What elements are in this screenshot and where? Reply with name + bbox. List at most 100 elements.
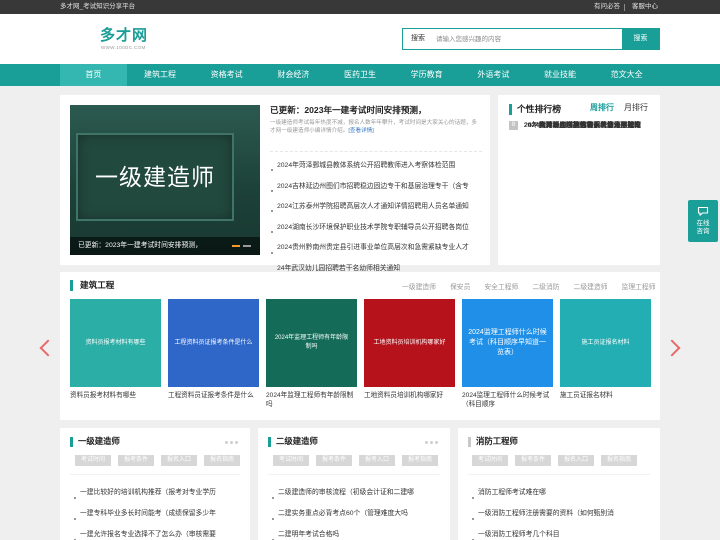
ranking-title: 个性排行榜 xyxy=(517,104,561,114)
header: 多才网 WWW.100DC.COM 搜索 搜索 xyxy=(0,14,720,64)
list-item[interactable]: 2024湖南长沙环境保护职业技术学院专职辅导员公开招聘各岗位 xyxy=(270,224,469,234)
construction-section: 建筑工程 一级建造师 保安员 安全工程师 二级消防 二级建造师 监理工程师 资料… xyxy=(60,272,660,420)
column-divider xyxy=(468,474,650,475)
tag[interactable]: 报考条件 xyxy=(118,455,154,466)
site-logo[interactable]: 多才网 xyxy=(100,24,148,45)
list-item[interactable]: 一级消防工程师考几个科目 xyxy=(472,531,560,540)
list-item[interactable]: 2024贵州黔南州贵定县引进事业单位高层次和急需紧缺专业人才 xyxy=(270,244,469,254)
featured-image[interactable]: 一级建造师 已更新：2023年一建考试时间安排预测， xyxy=(70,105,260,255)
carousel-next-icon[interactable] xyxy=(663,339,681,357)
list-item[interactable]: 一建专科毕业多长时间能考（成绩保留多少年 xyxy=(74,510,216,520)
tag[interactable]: 考试时间 xyxy=(472,455,508,466)
section-bar xyxy=(268,437,271,447)
article-caption[interactable]: 资料员报考材料有哪些 xyxy=(70,391,161,400)
column-title: 一级建造师 xyxy=(78,436,120,446)
tag[interactable]: 报考条件 xyxy=(515,455,551,466)
tab-supervision-engineer[interactable]: 监理工程师 xyxy=(622,281,656,291)
article-caption[interactable]: 2024监理工程师什么时候考试（科目顺序 xyxy=(462,391,553,409)
online-consult-button[interactable]: 在线咨询 xyxy=(688,200,718,242)
list-item[interactable]: 一级消防工程师注册需要的资料（如何甄别消 xyxy=(472,510,614,520)
list-item[interactable]: 24年武汉幼儿园招聘若干名幼师相关通知 xyxy=(270,265,400,275)
list-item[interactable]: 2024吉林延边州图们市招聘稳边固边专干和基层治理专干（含专 xyxy=(270,183,469,192)
tab-second-fire[interactable]: 二级消防 xyxy=(532,281,559,291)
tag[interactable]: 报名入口 xyxy=(161,455,197,466)
column-list: 一建比较好的培训机构推荐（报考对专业学历 一建专科毕业多长时间能考（成绩保留多少… xyxy=(74,481,244,540)
article-thumbnail[interactable]: 施工员证报名材料 xyxy=(560,299,651,387)
list-item[interactable]: 二建实务重点必背考点60个（管理难度大吗 xyxy=(272,510,408,520)
tab-weekly[interactable]: 周排行 xyxy=(590,102,614,113)
nav-item-construction[interactable]: 建筑工程 xyxy=(127,64,194,86)
featured-panel: 一级建造师 已更新：2023年一建考试时间安排预测， 已更新：2023年一建考试… xyxy=(60,95,490,275)
list-item[interactable]: 一建允许报名专业选择不了怎么办（审核需要 xyxy=(74,531,216,540)
thumbnail-text: 施工员证报名材料 xyxy=(581,339,630,346)
article-thumbnail[interactable]: 2024监理工程师什么时候考试（科目顺序早知道一览表） xyxy=(462,299,553,387)
list-item[interactable]: 2024江苏泰州学院招聘高层次人才通知详情招聘用人员名单通知 xyxy=(270,203,469,213)
section-title: 建筑工程 xyxy=(80,280,115,290)
article-caption[interactable]: 施工员证报名材料 xyxy=(560,391,651,400)
chat-icon xyxy=(697,206,709,216)
nav-item-finance[interactable]: 财会经济 xyxy=(260,64,327,86)
article-thumbnail[interactable]: 资料员报考材料有哪些 xyxy=(70,299,161,387)
section-tabs: 一级建造师 保安员 安全工程师 二级消防 二级建造师 监理工程师 xyxy=(402,281,656,291)
column-list: 二级建造师的审核流程（初级会计证和二建哪 二建实务重点必背考点60个（管理难度大… xyxy=(272,481,444,540)
article-thumbnail[interactable]: 2024年监理工程师有年龄限制吗 xyxy=(266,299,357,387)
list-item[interactable]: 2024年菏泽鄄城县教体系统公开招聘教师进入考察体检范围 xyxy=(270,162,455,172)
slide-indicator[interactable] xyxy=(243,245,251,247)
tag[interactable]: 考试时间 xyxy=(273,455,309,466)
featured-detail-link[interactable]: [查看详情] xyxy=(348,128,373,134)
tab-monthly[interactable]: 月排行 xyxy=(624,102,648,113)
list-item[interactable]: 二建明年考试合格吗 xyxy=(272,531,339,540)
tag[interactable]: 报考指南 xyxy=(402,455,438,466)
column-list: 消防工程师考试难在哪 一级消防工程师注册需要的资料（如何甄别消 一级消防工程师考… xyxy=(472,481,654,540)
search-input[interactable] xyxy=(436,31,620,47)
list-item[interactable]: 一建比较好的培训机构推荐（报考对专业学历 xyxy=(74,489,216,499)
nav-item-medical[interactable]: 医药卫生 xyxy=(327,64,394,86)
nav-item-home[interactable]: 首页 xyxy=(60,64,127,86)
article-caption[interactable]: 工程资料员证报考条件是什么 xyxy=(168,391,259,400)
tag[interactable]: 报考入口 xyxy=(359,455,395,466)
section-bar xyxy=(70,280,73,291)
column-divider xyxy=(268,474,440,475)
top-link-qa[interactable]: 有问必答 xyxy=(594,0,620,14)
tag[interactable]: 考试时间 xyxy=(75,455,111,466)
article-caption[interactable]: 工地资料员培训机构哪家好 xyxy=(364,391,455,400)
tab-safety-engineer[interactable]: 安全工程师 xyxy=(484,281,518,291)
search-button[interactable]: 搜索 xyxy=(622,29,659,49)
list-item[interactable]: 消防工程师考试难在哪 xyxy=(472,489,546,499)
tag[interactable]: 报考条件 xyxy=(316,455,352,466)
article-caption[interactable]: 2024年监理工程师有年龄限制吗 xyxy=(266,391,357,409)
tab-security-guard[interactable]: 保安员 xyxy=(450,281,470,291)
featured-caption-bar: 已更新：2023年一建考试时间安排预测， xyxy=(70,237,260,255)
featured-caption: 已更新：2023年一建考试时间安排预测， xyxy=(78,242,202,249)
section-bar xyxy=(468,437,471,447)
tag-row: 考试时间 报考条件 报名入口 报名指南 xyxy=(75,455,240,466)
tab-first-class-constructor[interactable]: 一级建造师 xyxy=(402,281,436,291)
tab-second-class-constructor[interactable]: 二级建造师 xyxy=(574,281,608,291)
article-thumbnail[interactable]: 工程资料员证报考条件是什么 xyxy=(168,299,259,387)
thumbnail-text: 2024年监理工程师有年龄限制吗 xyxy=(274,335,349,350)
featured-title[interactable]: 已更新：2023年一建考试时间安排预测， xyxy=(270,104,484,116)
nav-item-essays[interactable]: 范文大全 xyxy=(593,64,660,86)
more-dots-icon[interactable] xyxy=(425,441,438,444)
more-dots-icon[interactable] xyxy=(225,441,238,444)
column-second-class-constructor: 二级建造师 考试时间 报考条件 报考入口 报考指南 二级建造师的审核流程（初级会… xyxy=(258,428,450,540)
slide-indicator-active[interactable] xyxy=(232,245,240,247)
site-domain: WWW.100DC.COM xyxy=(101,45,146,50)
tag[interactable]: 报名入口 xyxy=(558,455,594,466)
rank-badge: 8 xyxy=(509,121,518,130)
carousel-prev-icon[interactable] xyxy=(39,339,57,357)
tag[interactable]: 报名指南 xyxy=(204,455,240,466)
nav-item-education[interactable]: 学历教育 xyxy=(393,64,460,86)
article-thumbnail[interactable]: 工地资料员培训机构哪家好 xyxy=(364,299,455,387)
nav-item-language[interactable]: 外语考试 xyxy=(460,64,527,86)
search-box: 搜索 搜索 xyxy=(402,28,660,50)
tag[interactable]: 报名指南 xyxy=(601,455,637,466)
column-first-class-constructor: 一级建造师 考试时间 报考条件 报名入口 报名指南 一建比较好的培训机构推荐（报… xyxy=(60,428,250,540)
chalkboard-graphic: 一级建造师 xyxy=(76,133,234,221)
top-link-service[interactable]: 客服中心 xyxy=(632,0,658,14)
thumbnail-text: 资料员报考材料有哪些 xyxy=(85,339,146,346)
nav-item-qualification[interactable]: 资格考试 xyxy=(193,64,260,86)
nav-item-employment[interactable]: 就业技能 xyxy=(527,64,594,86)
thumbnail-text: 工程资料员证报考条件是什么 xyxy=(174,339,253,346)
list-item[interactable]: 二级建造师的审核流程（初级会计证和二建哪 xyxy=(272,489,414,499)
